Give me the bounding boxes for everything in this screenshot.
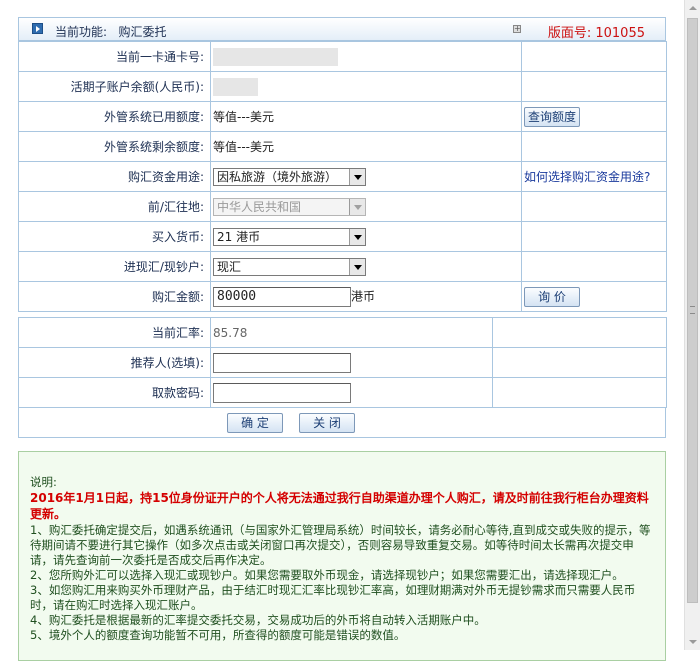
destination-label: 前/汇往地:: [18, 191, 211, 222]
rate-label: 当前汇率:: [18, 317, 211, 348]
password-input[interactable]: [213, 382, 351, 403]
instructions-panel: 说明: 2016年1月1日起，持15位身份证开户的个人将无法通过我行自助渠道办理…: [18, 451, 666, 661]
row-purpose: 购汇资金用途: 因私旅游（境外旅游） 如何选择购汇资金用途?: [18, 161, 667, 192]
row-card-number: 当前一卡通卡号:: [18, 41, 667, 72]
cash-type-select[interactable]: 现汇: [213, 257, 366, 276]
row-rate: 当前汇率: 85.78: [18, 317, 667, 348]
used-quota-value: 等值---美元: [210, 101, 522, 132]
row-referrer: 推荐人(选填):: [18, 347, 667, 378]
chevron-down-icon: [349, 198, 365, 215]
page-number: 版面号: 101055: [547, 26, 645, 41]
balance-masked: [213, 77, 258, 96]
row-used-quota: 外管系统已用额度: 等值---美元 查询额度: [18, 101, 667, 132]
destination-select: 中华人民共和国: [213, 197, 366, 216]
row-remaining-quota: 外管系统剩余额度: 等值---美元: [18, 131, 667, 162]
amount-input[interactable]: 80000: [213, 286, 351, 307]
expand-arrow-icon[interactable]: [32, 23, 43, 34]
purpose-label: 购汇资金用途:: [18, 161, 211, 192]
price-inquiry-button[interactable]: 询 价: [524, 286, 580, 307]
rate-value: 85.78: [210, 317, 493, 348]
row-password: 取款密码:: [18, 377, 667, 408]
current-function-title: 当前功能: 购汇委托: [55, 25, 167, 39]
remaining-quota-value: 等值---美元: [210, 131, 522, 162]
panel-header: 当前功能: 购汇委托 + 版面号: 101055: [18, 17, 666, 41]
scroll-up-icon[interactable]: [685, 0, 700, 16]
vertical-scrollbar[interactable]: [684, 0, 700, 650]
password-label: 取款密码:: [18, 377, 211, 408]
purpose-help-link[interactable]: 如何选择购汇资金用途?: [524, 170, 650, 184]
purpose-select[interactable]: 因私旅游（境外旅游）: [213, 167, 366, 186]
notes-item: 2、您所购外汇可以选择入现汇或现钞户。如果您需要取外币现金，请选择现钞户；如果您…: [30, 568, 624, 582]
currency-label: 买入货币:: [18, 221, 211, 252]
balance-label: 活期子账户余额(人民币):: [18, 71, 211, 102]
referrer-input[interactable]: [213, 352, 351, 373]
row-currency: 买入货币: 21 港币: [18, 221, 667, 252]
used-quota-label: 外管系统已用额度:: [18, 101, 211, 132]
row-balance: 活期子账户余额(人民币):: [18, 71, 667, 102]
notes-item: 5、境外个人的额度查询功能暂不可用，所查得的额度可能是错误的数值。: [30, 628, 406, 642]
amount-label: 购汇金额:: [18, 281, 211, 312]
notes-item: 1、购汇委托确定提交后，如遇系统通讯（与国家外汇管理局系统）时间较长，请务必耐心…: [30, 523, 651, 567]
chevron-down-icon: [349, 168, 365, 185]
row-amount: 购汇金额: 80000 港币 询 价: [18, 281, 667, 312]
card-number-label: 当前一卡通卡号:: [18, 41, 211, 72]
amount-unit: 港币: [351, 289, 376, 303]
action-bar: 确 定 关 闭: [18, 408, 666, 438]
notes-item: 3、如您购汇用来购买外币理财产品，由于结汇时现汇汇率比现钞汇率高，如理财期满对外…: [30, 583, 636, 612]
cash-type-label: 进现汇/现钞户:: [18, 251, 211, 282]
purchase-fx-panel: 当前功能: 购汇委托 + 版面号: 101055 当前一卡通卡号: 活期子账户余…: [18, 17, 667, 438]
row-cash-type: 进现汇/现钞户: 现汇: [18, 251, 667, 282]
card-number-masked: [213, 47, 338, 66]
row-destination: 前/汇往地: 中华人民共和国: [18, 191, 667, 222]
chevron-down-icon: [349, 258, 365, 275]
notes-title: 说明:: [30, 475, 57, 489]
referrer-label: 推荐人(选填):: [18, 347, 211, 378]
remaining-quota-label: 外管系统剩余额度:: [18, 131, 211, 162]
purchase-form: 当前一卡通卡号: 活期子账户余额(人民币): 外管系统已用额度: 等值---美元…: [18, 41, 667, 312]
chevron-down-icon: [349, 228, 365, 245]
currency-select[interactable]: 21 港币: [213, 227, 366, 246]
notes-alert: 2016年1月1日起，持15位身份证开户的个人将无法通过我行自助渠道办理个人购汇…: [30, 491, 649, 521]
submit-form: 当前汇率: 85.78 推荐人(选填): 取款密码:: [18, 317, 667, 408]
scroll-down-icon[interactable]: [685, 634, 700, 650]
confirm-button[interactable]: 确 定: [227, 413, 283, 433]
query-quota-button[interactable]: 查询额度: [524, 106, 580, 127]
minimize-icon[interactable]: +: [513, 25, 521, 33]
scroll-thumb[interactable]: [687, 18, 698, 603]
notes-item: 4、购汇委托是根据最新的汇率提交委托交易，交易成功后的外币将自动转入活期账户中。: [30, 613, 486, 627]
close-button[interactable]: 关 闭: [299, 413, 355, 433]
